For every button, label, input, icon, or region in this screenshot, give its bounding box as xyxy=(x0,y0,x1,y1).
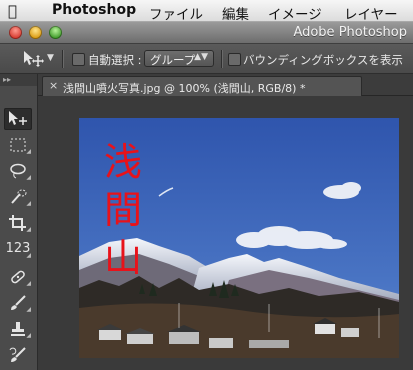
dropdown-arrows-icon: ▲▼ xyxy=(194,52,208,62)
quick-select-tool-button[interactable]: ◢ xyxy=(4,186,32,208)
overlay-char: 浅 xyxy=(103,140,142,184)
tools-panel: ▸▸ ◢ ◢ ◢ ◢ 123 ◢ ◢ ◢ ◢ xyxy=(0,74,38,370)
count-tool-button[interactable]: 123 ◢ xyxy=(4,238,32,260)
move-tool-icon[interactable] xyxy=(22,50,44,68)
divider xyxy=(221,50,222,68)
submenu-triangle-icon: ◢ xyxy=(26,252,31,259)
submenu-triangle-icon: ◢ xyxy=(26,306,31,313)
clone-stamp-tool-button[interactable]: ◢ xyxy=(4,318,32,340)
submenu-triangle-icon: ◢ xyxy=(26,200,31,207)
submenu-triangle-icon: ◢ xyxy=(26,174,31,181)
submenu-triangle-icon: ◢ xyxy=(26,332,31,339)
menu-image[interactable]: イメージ xyxy=(268,3,322,23)
mac-menu-bar:  Photoshop ファイル 編集 イメージ レイヤー xyxy=(0,0,413,23)
auto-select-dropdown[interactable]: グループ ▲▼ xyxy=(144,50,214,67)
history-brush-tool-button[interactable] xyxy=(4,344,32,366)
marquee-tool-button[interactable]: ◢ xyxy=(4,134,32,156)
divider xyxy=(62,50,63,68)
menu-edit[interactable]: 編集 xyxy=(222,3,249,23)
apple-icon[interactable]:  xyxy=(8,2,17,20)
options-bar: ▼ 自動選択 : グループ ▲▼ バウンディングボックスを表示 xyxy=(0,44,413,74)
submenu-triangle-icon: ◢ xyxy=(26,148,31,155)
close-tab-icon[interactable]: × xyxy=(49,79,58,92)
menu-app-photoshop[interactable]: Photoshop xyxy=(52,2,136,18)
document-tab-bar: × 浅間山噴火写真.jpg @ 100% (浅間山, RGB/8) * xyxy=(38,74,413,96)
auto-select-value: グループ xyxy=(150,53,196,67)
healing-brush-tool-button[interactable]: ◢ xyxy=(4,266,32,288)
window-title-bar: Adobe Photoshop xyxy=(0,22,413,44)
menu-file[interactable]: ファイル xyxy=(149,3,203,23)
brush-tool-button[interactable]: ◢ xyxy=(4,292,32,314)
overlay-char: 山 xyxy=(103,236,142,280)
show-bounding-box-checkbox[interactable] xyxy=(228,53,241,66)
zoom-window-button[interactable] xyxy=(49,26,62,39)
document-tab[interactable]: × 浅間山噴火写真.jpg @ 100% (浅間山, RGB/8) * xyxy=(42,76,362,96)
menu-layer[interactable]: レイヤー xyxy=(344,3,398,23)
minimize-window-button[interactable] xyxy=(29,26,42,39)
move-tool-button[interactable] xyxy=(4,108,32,130)
window-title: Adobe Photoshop xyxy=(293,25,407,40)
auto-select-label: 自動選択 : xyxy=(88,53,142,67)
show-bounding-box-label: バウンディングボックスを表示 xyxy=(243,53,403,67)
submenu-triangle-icon: ◢ xyxy=(26,280,31,287)
auto-select-checkbox[interactable] xyxy=(72,53,85,66)
tool-preset-dropdown-icon[interactable]: ▼ xyxy=(47,53,54,63)
overlay-char: 間 xyxy=(103,188,142,232)
submenu-triangle-icon: ◢ xyxy=(26,226,31,233)
document-tab-label: 浅間山噴火写真.jpg @ 100% (浅間山, RGB/8) * xyxy=(63,82,306,95)
close-window-button[interactable] xyxy=(9,26,22,39)
overlay-text-layer: 浅 間 山 xyxy=(103,138,143,282)
lasso-tool-button[interactable]: ◢ xyxy=(4,160,32,182)
crop-tool-button[interactable]: ◢ xyxy=(4,212,32,234)
panel-grip[interactable]: ▸▸ xyxy=(0,74,37,86)
